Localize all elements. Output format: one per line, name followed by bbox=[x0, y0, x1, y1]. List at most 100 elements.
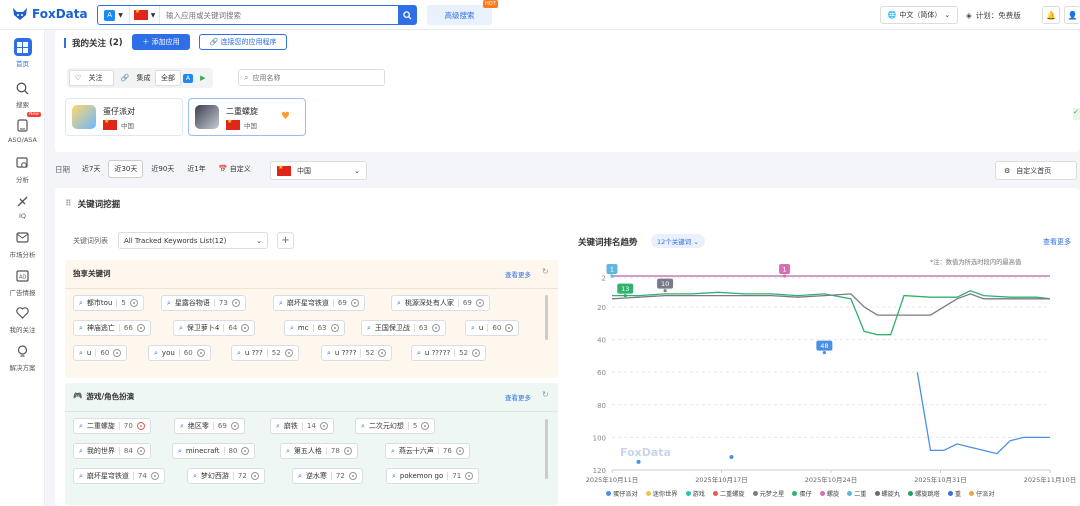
date-range-custom[interactable]: 📅 自定义 bbox=[214, 161, 256, 177]
keyword-chip[interactable]: ⌕ 都市tou 5 bbox=[73, 295, 144, 311]
keyword-chip[interactable]: ⌕ pokemon go 71 bbox=[386, 468, 480, 484]
legend-dot-icon bbox=[712, 491, 718, 496]
country-dropdown[interactable]: 中国 ⌄ bbox=[270, 161, 367, 180]
followed-app-card[interactable]: 二重螺旋 中国 ♥ bbox=[188, 98, 306, 136]
date-range-1y[interactable]: 近1年 bbox=[182, 161, 210, 177]
sidebar-item-analysis[interactable]: 分析 bbox=[0, 154, 45, 184]
heart-icon[interactable]: ♥ bbox=[281, 111, 290, 122]
keyword-chip[interactable]: ⌕ u 60 bbox=[465, 320, 520, 336]
sidebar-item-my-follow[interactable]: 我的关注 bbox=[0, 304, 45, 334]
app-name-input[interactable] bbox=[252, 73, 363, 82]
legend-item[interactable]: 螺旋丸 bbox=[874, 489, 900, 498]
notification-bell-icon[interactable]: 🔔 bbox=[1042, 6, 1060, 24]
keyword-chip[interactable]: ⌕ 我的世界 84 bbox=[73, 443, 151, 459]
keyword-chip[interactable]: ⌕ 燕云十六声 76 bbox=[385, 443, 470, 459]
keyword-list-value: All Tracked Keywords List(12) bbox=[124, 236, 227, 245]
marker-point bbox=[663, 289, 667, 293]
target-icon bbox=[136, 324, 145, 332]
keyword-chip[interactable]: ⌕ 保卫萝卜4 64 bbox=[173, 320, 256, 336]
connect-app-button[interactable]: 🔗 连接您的应用程序 bbox=[199, 34, 287, 50]
tab-follow[interactable]: ♡ 关注 bbox=[69, 70, 114, 86]
filter-all[interactable]: 全部 bbox=[155, 70, 181, 86]
keyword-chip[interactable]: ⌕ 神庙逃亡 66 bbox=[73, 320, 151, 336]
language-selector[interactable]: 🌐 中文（简体） ⌄ bbox=[880, 6, 958, 24]
scrollbar-thumb[interactable] bbox=[545, 419, 548, 479]
legend-item[interactable]: 元梦之星 bbox=[752, 489, 784, 498]
target-icon bbox=[465, 472, 474, 480]
keyword-list-dropdown[interactable]: All Tracked Keywords List(12) ⌄ bbox=[118, 232, 268, 249]
user-avatar-icon[interactable]: 👤 bbox=[1064, 6, 1080, 24]
refresh-icon[interactable]: ↻ bbox=[542, 390, 549, 399]
keyword-chip[interactable]: ⌕ 绝区零 69 bbox=[174, 418, 245, 434]
refresh-icon[interactable]: ↻ bbox=[542, 267, 549, 276]
followed-app-card[interactable]: 蛋仔派对 中国 bbox=[65, 98, 183, 136]
keyword-chip[interactable]: ⌕ 逆水寒 72 bbox=[292, 468, 363, 484]
legend-item[interactable]: 仔派对 bbox=[969, 489, 995, 498]
legend-item[interactable]: 重 bbox=[947, 489, 961, 498]
keyword-chip[interactable]: ⌕ mc 63 bbox=[284, 320, 345, 336]
keyword-chip[interactable]: ⌕ u ????? 52 bbox=[411, 345, 487, 361]
drag-handle-icon[interactable]: ⠿ bbox=[65, 199, 72, 209]
side-float-icon[interactable]: ✓ bbox=[1073, 108, 1080, 120]
brand-logo[interactable]: FoxData bbox=[12, 7, 88, 21]
legend-item[interactable]: 游戏 bbox=[685, 489, 705, 498]
legend-item[interactable]: 螺旋 bbox=[819, 489, 839, 498]
date-range-90d[interactable]: 近90天 bbox=[146, 161, 179, 177]
keyword-chip[interactable]: ⌕ 第五人格 78 bbox=[280, 443, 358, 459]
advanced-search-button[interactable]: 高级搜索 bbox=[427, 5, 492, 25]
country-selector[interactable]: ▼ bbox=[130, 6, 160, 24]
keyword-chip[interactable]: ⌕ 星露谷物语 73 bbox=[161, 295, 246, 311]
keyword-chip[interactable]: ⌕ 王国保卫战 63 bbox=[361, 320, 446, 336]
view-more-link[interactable]: 查看更多 bbox=[505, 392, 531, 402]
legend-item[interactable]: 迷你世界 bbox=[645, 489, 678, 498]
custom-home-button[interactable]: ⚙ 自定义首页 bbox=[995, 161, 1077, 180]
sidebar-item-market[interactable]: 市场分析 bbox=[0, 229, 45, 259]
keyword-chip[interactable]: ⌕ 崩坏星穹铁道 74 bbox=[73, 468, 165, 484]
keyword-chip[interactable]: ⌕ 二重螺旋 70 bbox=[73, 418, 151, 434]
legend-item[interactable]: 螺旋跳塔 bbox=[908, 489, 940, 498]
target-icon bbox=[455, 447, 464, 455]
plan-indicator[interactable]: ◈ 计划：免费版 bbox=[966, 6, 1021, 24]
search-button[interactable] bbox=[398, 6, 416, 24]
date-label: 日期 bbox=[55, 164, 70, 174]
sidebar-item-home[interactable]: 首页 bbox=[0, 38, 45, 68]
keyword-chip[interactable]: ⌕ 崩坏星穹铁道 69 bbox=[273, 295, 365, 311]
keyword-chip[interactable]: ⌕ u ???? 52 bbox=[321, 345, 393, 361]
add-app-button[interactable]: ＋ 添加应用 bbox=[132, 34, 190, 50]
search-input[interactable] bbox=[160, 10, 398, 20]
keyword-chip[interactable]: ⌕ 崩铁 14 bbox=[270, 418, 334, 434]
sidebar-item-search[interactable]: 搜索 bbox=[0, 79, 45, 109]
add-keyword-list-button[interactable]: + bbox=[277, 232, 294, 249]
chevron-down-icon: ⌄ bbox=[354, 166, 360, 175]
app-store-filter-icon[interactable]: A bbox=[183, 73, 194, 83]
store-selector[interactable]: A ▼ bbox=[98, 6, 130, 24]
date-range-30d[interactable]: 近30天 bbox=[108, 160, 144, 178]
sidebar-item-solutions[interactable]: 解决方案 bbox=[0, 342, 45, 372]
keyword-count-chip[interactable]: 12个关键词 ⌄ bbox=[651, 234, 705, 248]
keyword-chip[interactable]: ⌕ u 60 bbox=[73, 345, 128, 361]
keyword-chip[interactable]: ⌕ you 60 bbox=[148, 345, 211, 361]
target-icon bbox=[113, 349, 122, 357]
legend-item[interactable]: 蛋仔 bbox=[792, 489, 812, 498]
sidebar-item-ad-intel[interactable]: AD 广告情报 bbox=[0, 267, 45, 297]
app-name-filter[interactable]: ⌕ bbox=[238, 69, 385, 86]
keyword-chip[interactable]: ⌕ 二次元幻想 5 bbox=[355, 418, 436, 434]
keyword-chip[interactable]: ⌕ minecraft 80 bbox=[172, 443, 256, 459]
view-more-link[interactable]: 查看更多 bbox=[505, 269, 531, 279]
scrollbar-thumb[interactable] bbox=[545, 295, 548, 340]
legend-item[interactable]: 二重 bbox=[847, 489, 867, 498]
target-icon bbox=[348, 472, 357, 480]
date-range-7d[interactable]: 近7天 bbox=[77, 161, 105, 177]
keyword-chip[interactable]: ⌕ 梦幻西游 72 bbox=[187, 468, 265, 484]
google-play-filter-icon[interactable]: ▶ bbox=[195, 72, 210, 84]
legend-item[interactable]: 二重螺旋 bbox=[712, 489, 745, 498]
sidebar-item-iq[interactable]: IQ bbox=[0, 192, 45, 220]
value-marker-label: 1 bbox=[610, 266, 614, 274]
sidebar-item-aso[interactable]: New ASO/ASA bbox=[0, 112, 45, 144]
game-rpg-label: 游戏/角色扮演 bbox=[86, 392, 135, 401]
tab-follow-label: 关注 bbox=[88, 74, 103, 82]
keyword-chip[interactable]: ⌕ u ??? 52 bbox=[231, 345, 299, 361]
keyword-chip[interactable]: ⌕ 桃源深处有人家 69 bbox=[391, 295, 490, 311]
legend-item[interactable]: 蛋仔派对 bbox=[606, 489, 638, 498]
trend-view-more-link[interactable]: 查看更多 bbox=[1043, 237, 1071, 247]
